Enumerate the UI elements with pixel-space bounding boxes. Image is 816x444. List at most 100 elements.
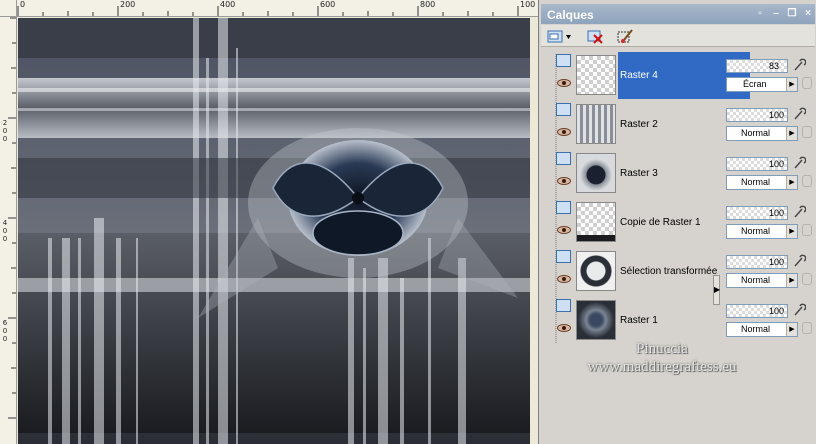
pin-icon[interactable]: ▫ [753,8,767,20]
link-icon[interactable] [802,322,812,334]
blend-mode-select[interactable]: Normal ▶ [726,322,798,337]
thumbnail-fill [577,235,615,241]
ruler-label: 200 [120,0,136,9]
layer-thumbnail [576,202,616,242]
blend-mode-select[interactable]: Normal ▶ [726,175,798,190]
blend-mode-select[interactable]: Écran ▶ [726,77,798,92]
dropdown-arrow-icon[interactable]: ▶ [786,127,797,140]
palette-title: Calques [547,8,594,22]
eye-icon[interactable] [557,177,571,185]
blend-mode-select[interactable]: Normal ▶ [726,126,798,141]
blend-mode-value: Normal [741,177,771,187]
lock-icon[interactable] [792,205,806,219]
opacity-value: 100 [768,306,784,316]
palette-titlebar[interactable]: Calques ▫ – ❐ × [541,4,815,24]
layer-properties: 100 Normal ▶ [726,248,816,297]
dropdown-arrow-icon[interactable]: ▶ [786,78,797,91]
opacity-slider[interactable]: 100 [726,206,788,220]
dropdown-arrow-icon[interactable]: ▶ [786,176,797,189]
image-canvas[interactable] [18,18,530,444]
blend-mode-select[interactable]: Normal ▶ [726,273,798,288]
link-icon[interactable] [802,77,812,89]
layer-type-icon [556,299,571,312]
ruler-label: 0 [20,0,26,9]
opacity-value: 100 [768,208,784,218]
ruler-label: 600 [320,0,336,9]
eye-icon[interactable] [557,79,571,87]
dropdown-arrow-icon[interactable]: ▶ [786,225,797,238]
ruler-label: 800 [420,0,436,9]
layer-row[interactable]: Raster 2 [554,100,750,149]
lock-icon[interactable] [792,156,806,170]
ruler-label: 0 [2,135,8,143]
lock-icon[interactable] [792,107,806,121]
layer-row[interactable]: Raster 4 [554,51,750,100]
layer-thumbnail [576,104,616,144]
blend-mode-value: Normal [741,226,771,236]
link-icon[interactable] [802,224,812,236]
palette-toolbar [541,25,815,47]
dropdown-arrow-icon[interactable]: ▶ [786,323,797,336]
close-icon[interactable]: × [801,8,815,20]
layer-properties: 100 Normal ▶ [726,297,816,346]
link-icon[interactable] [802,175,812,187]
blend-mode-value: Normal [741,128,771,138]
ruler-ticks [17,6,519,16]
eye-icon[interactable] [557,128,571,136]
link-icon[interactable] [802,273,812,285]
watermark: Pinuccia www.maddiregraftess.eu [567,340,757,376]
canvas-area: 0 200 400 600 800 100 2 0 0 4 0 0 6 0 0 [0,0,538,444]
ruler-label: 400 [220,0,236,9]
delete-layer-button[interactable] [585,27,605,45]
opacity-slider[interactable]: 83 [726,59,788,73]
edit-selection-button[interactable] [615,27,635,45]
ruler-label: 2 [2,119,8,127]
new-layer-icon [547,30,571,43]
artwork [18,18,530,444]
restore-icon[interactable]: ❐ [785,8,799,20]
eye-icon[interactable] [557,226,571,234]
layer-properties: 100 Normal ▶ [726,199,816,248]
palette-collapse-handle[interactable]: ▶ [713,275,720,305]
watermark-url: www.maddiregraftess.eu [587,359,737,375]
opacity-value: 100 [768,110,784,120]
opacity-slider[interactable]: 100 [726,108,788,122]
opacity-value: 83 [768,61,779,71]
layer-thumbnail [576,55,616,95]
layer-thumbnail [576,153,616,193]
ruler-label: 6 [2,319,8,327]
minimize-icon[interactable]: – [769,8,783,20]
lock-icon[interactable] [792,254,806,268]
layer-row[interactable]: Sélection transformée [554,247,750,296]
delete-layer-icon [587,30,603,44]
ruler-label: 100 [520,0,536,9]
opacity-slider[interactable]: 100 [726,157,788,171]
opacity-slider[interactable]: 100 [726,304,788,318]
canvas-margin [530,18,538,444]
layer-row[interactable]: Raster 1 [554,296,750,345]
lock-icon[interactable] [792,58,806,72]
ruler-label: 0 [2,335,8,343]
layer-thumbnail [576,251,616,291]
blend-mode-value: Normal [741,275,771,285]
vertical-ruler: 2 0 0 4 0 0 6 0 0 [0,17,17,444]
layer-thumbnail [576,300,616,340]
layer-type-icon [556,103,571,116]
blend-mode-select[interactable]: Normal ▶ [726,224,798,239]
horizontal-ruler: 0 200 400 600 800 100 [17,0,538,17]
eye-icon[interactable] [557,324,571,332]
link-icon[interactable] [802,126,812,138]
ruler-label: 0 [2,227,8,235]
new-layer-button[interactable] [545,27,573,45]
opacity-slider[interactable]: 100 [726,255,788,269]
layer-row[interactable]: Copie de Raster 1 [554,198,750,247]
layer-type-icon [556,54,571,67]
ruler-label: 4 [2,219,8,227]
blend-mode-value: Écran [743,79,767,89]
lock-icon[interactable] [792,303,806,317]
eye-icon[interactable] [557,275,571,283]
dropdown-arrow-icon[interactable]: ▶ [786,274,797,287]
ruler-label: 0 [2,327,8,335]
layer-row[interactable]: Raster 3 [554,149,750,198]
dropdown-icon [566,35,571,39]
